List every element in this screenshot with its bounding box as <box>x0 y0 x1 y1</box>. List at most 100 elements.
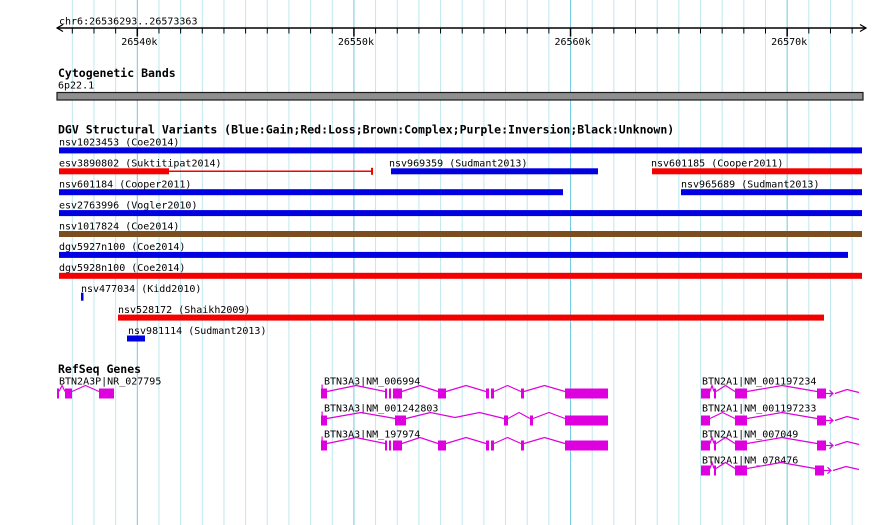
variant-bar[interactable] <box>59 231 862 237</box>
intron-line <box>493 384 522 393</box>
exon-box <box>817 440 826 451</box>
variant-label: esv2763996 (Vogler2010) <box>59 200 197 211</box>
variant-label: nsv981114 (Sudmant2013) <box>128 326 266 337</box>
variant-label: esv3890802 (Suktitipat2014) <box>59 159 222 170</box>
dgv-structural-variants-track: DGV Structural Variants (Blue:Gain;Red:L… <box>58 123 862 342</box>
gene-start-tick <box>321 411 323 416</box>
dgv-variants: nsv1023453 (Coe2014) esv3890802 (Suktitip… <box>59 138 862 342</box>
gene-tail-line <box>834 388 860 395</box>
exon-box <box>521 440 524 451</box>
variant-bar[interactable] <box>391 168 598 175</box>
ruler: chr6:26536293..26573363 26540k 26550k 2656… <box>55 17 868 48</box>
cytogenetic-bands-title: Cytogenetic Bands <box>58 66 176 80</box>
exon-box <box>395 415 406 426</box>
gene-tail-line <box>834 440 860 447</box>
exon-box <box>714 388 716 399</box>
gene-label: BTN2A3P|NR_027795 <box>59 377 161 388</box>
variant-bar[interactable] <box>59 272 862 279</box>
gene-model[interactable]: BTN3A3|NM_197974 <box>321 430 608 451</box>
variant-bar[interactable] <box>81 292 84 301</box>
cytogenetic-bands-track: Cytogenetic Bands 6p22.1 <box>56 66 864 101</box>
gene-label: BTN3A3|NM_001242803 <box>324 404 438 415</box>
variant-label: nsv601185 (Cooper2011) <box>651 159 783 170</box>
variant-label: nsv528172 (Shaikh2009) <box>118 305 250 316</box>
intron-line <box>523 436 566 445</box>
variant-label: nsv965689 (Sudmant2013) <box>681 180 819 191</box>
exon-box <box>565 415 608 426</box>
variant-bar[interactable] <box>59 147 862 154</box>
exon-box <box>389 440 391 451</box>
exon-box <box>389 388 391 399</box>
exon-box <box>701 440 710 451</box>
cytoband-label: 6p22.1 <box>58 81 94 92</box>
exon-box <box>393 388 402 399</box>
exon-box <box>735 465 747 476</box>
variant-bar[interactable] <box>59 189 563 196</box>
exon-box <box>321 388 327 399</box>
variant-label: nsv601184 (Cooper2011) <box>59 180 191 191</box>
gene-label: BTN2A1|NM_078476 <box>702 456 798 467</box>
intron-line <box>445 384 487 393</box>
gene-label: BTN3A3|NM_006994 <box>324 377 420 388</box>
exon-box <box>817 388 826 399</box>
exon-box <box>504 415 508 426</box>
exon-box <box>321 415 327 426</box>
exon-box <box>393 440 402 451</box>
gene-tail-line <box>834 415 860 422</box>
gene-label: BTN3A3|NM_197974 <box>324 430 420 441</box>
genome-browser-view: chr6:26536293..26573363 26540k 26550k 2656… <box>0 0 890 525</box>
exon-box <box>521 388 524 399</box>
refseq-genes-title: RefSeq Genes <box>58 362 141 376</box>
exon-box <box>57 388 59 399</box>
ruler-tick-label: 26550k <box>338 37 374 48</box>
region-coordinates-label: chr6:26536293..26573363 <box>59 17 197 28</box>
refseq-genes-track: RefSeq Genes BTN2A3P|NR_027795 BTN3A3|NM_… <box>57 362 860 476</box>
exon-box <box>735 440 747 451</box>
exon-box <box>714 465 716 476</box>
gene-label: BTN2A1|NM_001197233 <box>702 404 816 415</box>
variant-bar[interactable] <box>59 251 848 258</box>
exon-box <box>385 388 387 399</box>
exon-box <box>491 388 494 399</box>
exon-box <box>486 440 489 451</box>
ruler-tick-label: 26570k <box>771 37 807 48</box>
exon-box <box>438 440 446 451</box>
variant-bar[interactable] <box>127 335 145 342</box>
variant-bar[interactable] <box>681 189 862 196</box>
intron-line <box>445 436 487 445</box>
variant-bar[interactable] <box>652 168 862 175</box>
variant-bar[interactable] <box>59 168 169 175</box>
exon-box <box>486 388 489 399</box>
gene-model[interactable]: BTN2A1|NM_001197234 <box>701 377 860 399</box>
gene-tail-line <box>832 465 860 472</box>
variant-label: nsv1023453 (Coe2014) <box>59 138 179 149</box>
exon-box <box>530 415 533 426</box>
variant-label: dgv5927n100 (Coe2014) <box>59 242 185 253</box>
exon-box <box>735 388 747 399</box>
exon-box <box>701 388 710 399</box>
variant-bar[interactable] <box>59 210 862 217</box>
gene-model[interactable]: BTN2A1|NM_078476 <box>701 456 860 476</box>
variant-label: nsv969359 (Sudmant2013) <box>389 159 527 170</box>
exon-box <box>815 465 824 476</box>
variant-end-tick <box>371 167 373 175</box>
gene-model[interactable]: BTN3A3|NM_001242803 <box>321 404 608 426</box>
exon-box <box>438 388 446 399</box>
exon-box <box>735 415 747 426</box>
gene-model[interactable]: BTN2A1|NM_001197233 <box>701 404 860 426</box>
exon-box <box>99 388 114 399</box>
gene-model[interactable]: BTN3A3|NM_006994 <box>321 377 608 399</box>
ruler-tick-label: 26560k <box>554 37 590 48</box>
gene-start-tick <box>321 384 323 389</box>
gene-model[interactable]: BTN2A1|NM_007049 <box>701 430 860 451</box>
variant-label: dgv5928n100 (Coe2014) <box>59 263 185 274</box>
gene-models: BTN2A3P|NR_027795 BTN3A3|NM_006994 BTN3A3|… <box>57 377 860 476</box>
gene-label: BTN2A1|NM_007049 <box>702 430 798 441</box>
exon-box <box>491 440 494 451</box>
exon-box <box>385 440 387 451</box>
variant-bar[interactable] <box>118 314 824 321</box>
exon-box <box>65 388 72 399</box>
exon-box <box>321 440 327 451</box>
dgv-track-title: DGV Structural Variants (Blue:Gain;Red:L… <box>58 123 674 137</box>
intron-line <box>523 384 566 393</box>
